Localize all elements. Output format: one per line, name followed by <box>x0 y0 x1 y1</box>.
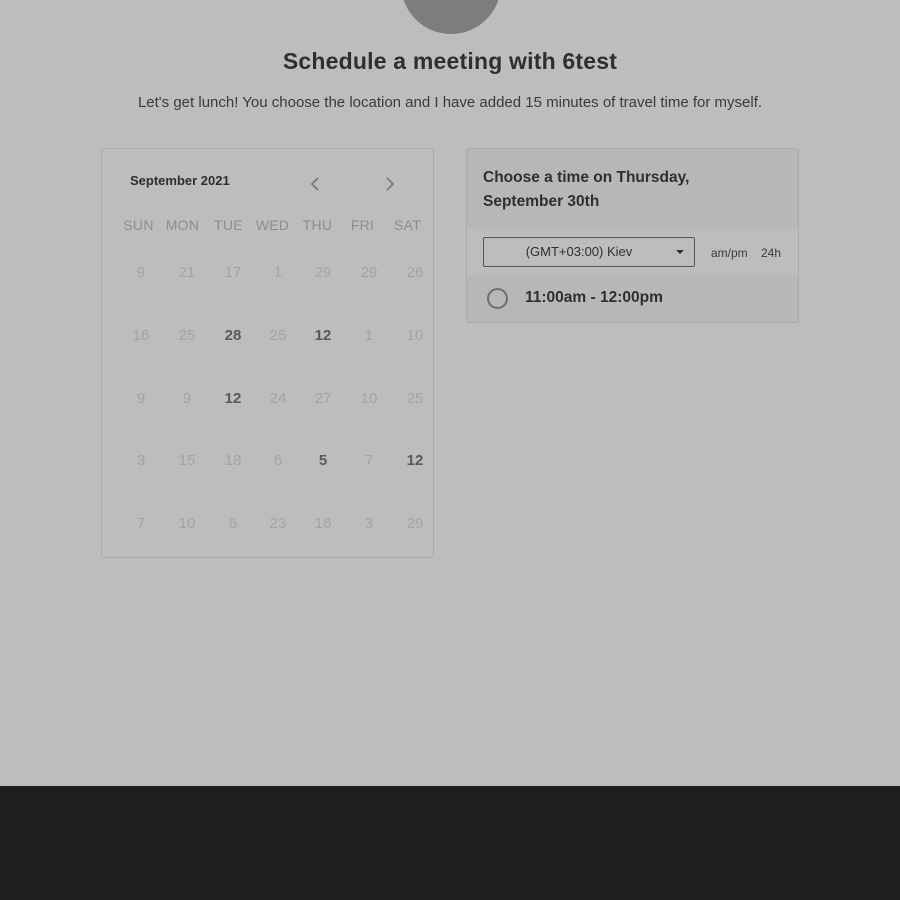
weekday-label: SUN <box>123 217 154 233</box>
calendar-day[interactable]: 6 <box>211 509 255 539</box>
calendar-month-label: September 2021 <box>130 173 230 188</box>
date-picker-calendar: September 2021 SUN MON TUE WED THU FRI SAT 9 21… <box>101 148 434 558</box>
time-picker-header: Choose a time on Thursday, September 30t… <box>483 169 690 210</box>
weekday-label: THU <box>302 217 333 233</box>
calendar-day[interactable]: 9 <box>119 384 163 414</box>
caret-down-icon <box>676 250 684 254</box>
previous-month-button[interactable] <box>304 173 326 195</box>
calendar-day[interactable]: 12 <box>393 446 437 476</box>
ampm-format-toggle[interactable]: am/pm <box>711 246 748 260</box>
calendar-day[interactable]: 29 <box>301 258 345 288</box>
footer-bar <box>0 786 900 900</box>
calendar-day[interactable]: 17 <box>211 258 255 288</box>
calendar-day[interactable]: 10 <box>165 509 209 539</box>
radio-button[interactable] <box>487 288 508 309</box>
calendar-day[interactable]: 21 <box>165 258 209 288</box>
next-month-button[interactable] <box>379 173 401 195</box>
calendar-day[interactable]: 12 <box>301 321 345 351</box>
calendar-day[interactable]: 6 <box>256 446 300 476</box>
calendar-day[interactable]: 5 <box>301 446 345 476</box>
24h-format-toggle[interactable]: 24h <box>761 246 781 260</box>
page-title: Schedule a meeting with 6test <box>282 48 618 74</box>
chevron-right-icon <box>386 177 395 191</box>
weekday-header: SUN MON TUE WED THU FRI SAT <box>116 217 434 235</box>
weekday-label: SAT <box>393 217 422 233</box>
weekday-label: WED <box>255 217 290 233</box>
calendar-day[interactable]: 24 <box>256 384 300 414</box>
calendar-day[interactable]: 10 <box>347 384 391 414</box>
calendar-day[interactable]: 15 <box>165 446 209 476</box>
weekday-label: MON <box>165 217 200 233</box>
calendar-day[interactable]: 7 <box>119 509 163 539</box>
calendar-day[interactable]: 9 <box>165 384 209 414</box>
calendar-day[interactable]: 7 <box>347 446 391 476</box>
calendar-day[interactable]: 26 <box>393 258 437 288</box>
chevron-left-icon <box>310 177 319 191</box>
timezone-select[interactable]: (GMT+03:00) Kiev <box>483 237 695 267</box>
timezone-value: (GMT+03:00) Kiev <box>525 244 633 259</box>
time-slot-label: 11:00am - 12:00pm <box>525 289 663 306</box>
calendar-day[interactable]: 10 <box>393 321 437 351</box>
calendar-day[interactable]: 27 <box>301 384 345 414</box>
calendar-day[interactable]: 28 <box>211 321 255 351</box>
scheduling-page: Schedule a meeting with 6test Let's get … <box>0 0 900 786</box>
calendar-day[interactable]: 23 <box>256 509 300 539</box>
calendar-day[interactable]: 25 <box>165 321 209 351</box>
calendar-day[interactable]: 3 <box>347 509 391 539</box>
weekday-label: TUE <box>214 217 243 233</box>
calendar-day[interactable]: 9 <box>119 258 163 288</box>
calendar-day[interactable]: 25 <box>393 384 437 414</box>
calendar-day[interactable]: 16 <box>119 321 163 351</box>
calendar-day[interactable]: 1 <box>347 321 391 351</box>
calendar-day[interactable]: 29 <box>393 509 437 539</box>
calendar-day[interactable]: 3 <box>119 446 163 476</box>
calendar-day[interactable]: 25 <box>256 321 300 351</box>
calendar-day[interactable]: 12 <box>211 384 255 414</box>
calendar-day[interactable]: 1 <box>256 258 300 288</box>
calendar-day[interactable]: 18 <box>211 446 255 476</box>
meeting-description: Let's get lunch! You choose the location… <box>137 94 763 111</box>
time-picker-panel: Choose a time on Thursday, September 30t… <box>466 148 799 323</box>
calendar-day[interactable]: 16 <box>301 509 345 539</box>
calendar-day[interactable]: 29 <box>347 258 391 288</box>
time-slot[interactable]: 11:00am - 12:00pm <box>467 277 798 322</box>
host-avatar <box>401 0 501 34</box>
weekday-label: FRI <box>350 217 375 233</box>
